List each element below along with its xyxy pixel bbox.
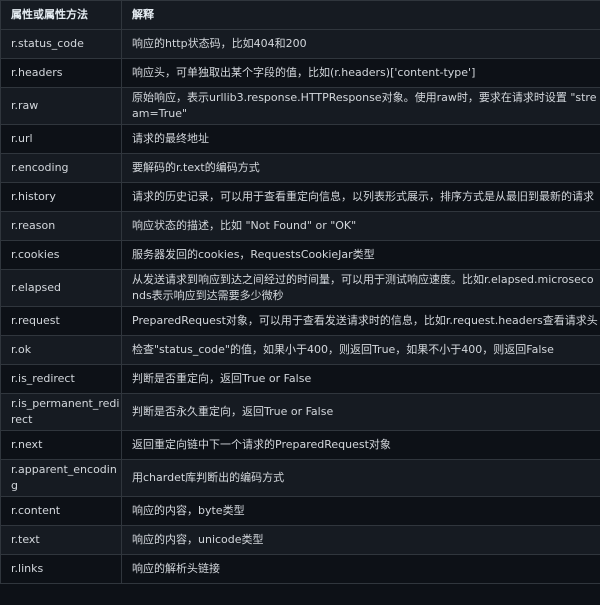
table-row: r.is_permanent_redirect 判断是否永久重定向，返回True… — [0, 393, 600, 431]
attribute-cell: r.headers — [0, 58, 122, 88]
attribute-cell: r.elapsed — [0, 269, 122, 307]
attribute-cell: r.encoding — [0, 153, 122, 183]
table-row: r.url 请求的最终地址 — [0, 124, 600, 154]
attribute-cell: r.text — [0, 525, 122, 555]
attribute-cell: r.reason — [0, 211, 122, 241]
description-cell: 响应的内容，byte类型 — [121, 496, 600, 526]
description-cell: 判断是否重定向，返回True or False — [121, 364, 600, 394]
attribute-cell: r.url — [0, 124, 122, 154]
table-row: r.status_code 响应的http状态码，比如404和200 — [0, 29, 600, 59]
attribute-cell: r.is_permanent_redirect — [0, 393, 122, 431]
description-cell: PreparedRequest对象，可以用于查看发送请求时的信息，比如r.req… — [121, 306, 600, 336]
attribute-cell: r.history — [0, 182, 122, 212]
description-cell: 响应的解析头链接 — [121, 554, 600, 584]
attribute-cell: r.request — [0, 306, 122, 336]
attribute-cell: r.next — [0, 430, 122, 460]
table-row: r.raw 原始响应，表示urllib3.response.HTTPRespon… — [0, 87, 600, 125]
description-cell: 响应的内容，unicode类型 — [121, 525, 600, 555]
table-row: r.headers 响应头，可单独取出某个字段的值，比如(r.headers)[… — [0, 58, 600, 88]
table-row: r.reason 响应状态的描述，比如 "Not Found" or "OK" — [0, 211, 600, 241]
description-cell: 用chardet库判断出的编码方式 — [121, 459, 600, 497]
description-cell: 返回重定向链中下一个请求的PreparedRequest对象 — [121, 430, 600, 460]
table-row: r.elapsed 从发送请求到响应到达之间经过的时间量，可以用于测试响应速度。… — [0, 269, 600, 307]
attribute-cell: r.cookies — [0, 240, 122, 270]
description-cell: 服务器发回的cookies，RequestsCookieJar类型 — [121, 240, 600, 270]
table-row: r.ok 检查"status_code"的值，如果小于400，则返回True，如… — [0, 335, 600, 365]
table-row: r.text 响应的内容，unicode类型 — [0, 525, 600, 555]
table-row: r.links 响应的解析头链接 — [0, 554, 600, 584]
description-cell: 判断是否永久重定向，返回True or False — [121, 393, 600, 431]
table-row: r.content 响应的内容，byte类型 — [0, 496, 600, 526]
table-row: r.encoding 要解码的r.text的编码方式 — [0, 153, 600, 183]
description-cell: 响应的http状态码，比如404和200 — [121, 29, 600, 59]
attribute-cell: r.links — [0, 554, 122, 584]
table-row: r.request PreparedRequest对象，可以用于查看发送请求时的… — [0, 306, 600, 336]
table-row: r.is_redirect 判断是否重定向，返回True or False — [0, 364, 600, 394]
table-header: 属性或属性方法 解释 — [0, 0, 600, 30]
attribute-cell: r.content — [0, 496, 122, 526]
description-cell: 要解码的r.text的编码方式 — [121, 153, 600, 183]
table-row: r.apparent_encoding 用chardet库判断出的编码方式 — [0, 459, 600, 497]
attribute-cell: r.raw — [0, 87, 122, 125]
description-cell: 请求的最终地址 — [121, 124, 600, 154]
description-cell: 响应状态的描述，比如 "Not Found" or "OK" — [121, 211, 600, 241]
table-body: r.status_code 响应的http状态码，比如404和200 r.hea… — [0, 29, 600, 584]
description-cell: 响应头，可单独取出某个字段的值，比如(r.headers)['content-t… — [121, 58, 600, 88]
attribute-cell: r.ok — [0, 335, 122, 365]
attribute-cell: r.is_redirect — [0, 364, 122, 394]
header-explanation: 解释 — [121, 0, 600, 30]
table-row: r.next 返回重定向链中下一个请求的PreparedRequest对象 — [0, 430, 600, 460]
description-cell: 检查"status_code"的值，如果小于400，则返回True，如果不小于4… — [121, 335, 600, 365]
description-cell: 请求的历史记录，可以用于查看重定向信息，以列表形式展示，排序方式是从最旧到最新的… — [121, 182, 600, 212]
attributes-table: 属性或属性方法 解释 r.status_code 响应的http状态码，比如40… — [0, 0, 600, 584]
header-attribute: 属性或属性方法 — [0, 0, 122, 30]
attribute-cell: r.status_code — [0, 29, 122, 59]
description-cell: 原始响应，表示urllib3.response.HTTPResponse对象。使… — [121, 87, 600, 125]
table-row: r.history 请求的历史记录，可以用于查看重定向信息，以列表形式展示，排序… — [0, 182, 600, 212]
table-row: r.cookies 服务器发回的cookies，RequestsCookieJa… — [0, 240, 600, 270]
description-cell: 从发送请求到响应到达之间经过的时间量，可以用于测试响应速度。比如r.elapse… — [121, 269, 600, 307]
attribute-cell: r.apparent_encoding — [0, 459, 122, 497]
header-row: 属性或属性方法 解释 — [0, 0, 600, 30]
